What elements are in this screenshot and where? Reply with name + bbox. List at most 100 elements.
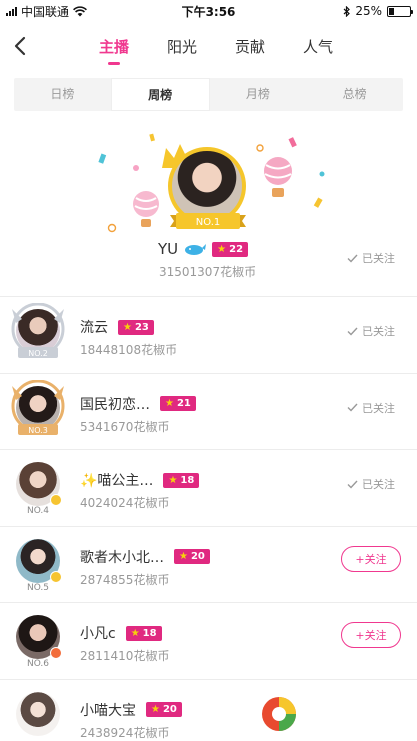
tab-anchor[interactable]: 主播 <box>80 36 148 65</box>
back-arrow-icon[interactable] <box>10 34 32 58</box>
rank-label: NO.1 <box>196 217 221 228</box>
top-name-row: YU ★ 22 <box>158 240 249 258</box>
level-value: 23 <box>134 321 149 333</box>
whale-emoji-icon <box>185 244 207 255</box>
star-icon: ★ <box>168 474 178 486</box>
anchor-name-row: 小喵大宝 ★ 20 <box>80 700 182 720</box>
list-item[interactable]: NO.3 国民初恋… ★ 21 5341670花椒币 已关注 <box>0 372 417 450</box>
verified-icon <box>50 570 62 583</box>
level-badge: ★ 18 <box>125 625 162 641</box>
avatar[interactable] <box>16 691 60 736</box>
signal-icon <box>6 6 17 16</box>
star-icon: ★ <box>165 398 174 409</box>
anchor-name: 小凡c <box>80 626 116 642</box>
level-badge: ★ 21 <box>160 396 196 411</box>
rank-label: NO.2 <box>28 349 48 358</box>
checkmark-icon <box>347 403 358 412</box>
level-value: 20 <box>162 704 177 715</box>
bluetooth-icon <box>343 5 351 17</box>
coin-count: 4024024花椒币 <box>80 496 170 510</box>
rank-ribbon: NO.1 <box>170 213 246 229</box>
period-total[interactable]: 总榜 <box>306 78 403 111</box>
list-item[interactable]: NO.4 ✨喵公主… ★ 18 4024024花椒币 已关注 <box>0 449 417 526</box>
list-item[interactable]: NO.5 歌者木小北… ★ 20 2874855花椒币 +关注 <box>0 525 417 603</box>
level-value: 18 <box>180 474 195 486</box>
followed-label: 已关注 <box>362 478 395 491</box>
anchor-name-row: 歌者木小北… ★ 20 <box>80 547 210 567</box>
star-icon: ★ <box>130 627 140 639</box>
period-weekly[interactable]: 周榜 <box>110 78 210 111</box>
anchor-name: 小喵大宝 <box>80 702 136 719</box>
followed-status[interactable]: 已关注 <box>347 476 395 492</box>
list-item[interactable]: NO.2 流云 ★ 23 18448108花椒币 已关注 <box>0 296 417 373</box>
anchor-name: 歌者木小北… <box>80 549 164 566</box>
battery-icon <box>387 5 413 17</box>
level-badge: ★ 22 <box>212 241 249 257</box>
rank-label: NO.6 <box>26 659 50 669</box>
status-left: 中国联通 <box>6 3 87 20</box>
rank-frame-icon: NO.3 <box>11 379 65 435</box>
coin-count: 5341670花椒币 <box>80 419 170 434</box>
star-icon: ★ <box>179 551 188 562</box>
star-icon: ★ <box>217 243 227 255</box>
wifi-icon <box>73 5 87 16</box>
followed-status[interactable]: 已关注 <box>347 400 395 416</box>
level-badge: ★ 23 <box>118 319 154 335</box>
checkmark-icon <box>347 327 358 336</box>
anchor-name: 流云 <box>80 320 108 336</box>
level-value: 18 <box>142 627 157 639</box>
anchor-name-row: ✨喵公主… ★ 18 <box>80 470 200 490</box>
period-daily[interactable]: 日榜 <box>14 78 111 111</box>
coin-count: 2811410花椒币 <box>80 649 170 663</box>
followed-status[interactable]: 已关注 <box>347 323 395 339</box>
rank-frame-icon: NO.2 <box>11 303 65 358</box>
period-selector: 日榜 周榜 月榜 总榜 <box>14 78 403 111</box>
carrier-label: 中国联通 <box>21 4 70 19</box>
level-badge: ★ 18 <box>163 472 200 488</box>
balloon-right-icon <box>264 157 292 197</box>
followed-label: 已关注 <box>362 252 395 265</box>
checkmark-icon <box>347 254 358 263</box>
period-monthly[interactable]: 月榜 <box>210 78 307 111</box>
rank-tabs: 主播 阳光 贡献 人气 <box>80 36 352 65</box>
ranking-list: NO.2 流云 ★ 23 18448108花椒币 已关注 NO.3 国民初恋… ★… <box>0 296 417 741</box>
tab-popularity[interactable]: 人气 <box>284 36 352 63</box>
battery-percent: 25% <box>355 4 382 18</box>
follow-button[interactable]: +关注 <box>341 622 401 648</box>
anchor-name: 国民初恋… <box>80 396 150 413</box>
anchor-name: YU <box>158 240 179 258</box>
status-right: 25% <box>343 4 413 18</box>
followed-label: 已关注 <box>362 401 395 415</box>
coin-count: 2438924花椒币 <box>80 725 170 740</box>
level-value: 22 <box>229 243 244 255</box>
top-nav: 主播 阳光 贡献 人气 <box>0 26 417 70</box>
coin-count: 31501307花椒币 <box>159 265 257 279</box>
level-badge: ★ 20 <box>174 549 210 564</box>
status-bar: 中国联通 下午3:56 25% <box>0 0 417 22</box>
star-icon: ★ <box>151 704 160 715</box>
follow-button[interactable]: +关注 <box>341 545 401 572</box>
top-ranked-anchor[interactable]: NO.1 YU ★ 22 31501307花椒币 已关注 <box>0 120 417 290</box>
verified-icon <box>50 494 62 506</box>
coin-count: 2874855花椒币 <box>80 572 170 587</box>
rank-label: NO.3 <box>28 426 48 435</box>
star-icon: ★ <box>123 321 132 333</box>
site-watermark-logo <box>262 697 296 731</box>
level-badge: ★ 20 <box>146 702 182 717</box>
list-item[interactable]: NO.6 小凡c ★ 18 2811410花椒币 +关注 <box>0 602 417 679</box>
tab-sunshine[interactable]: 阳光 <box>148 36 216 63</box>
rank-label: NO.4 <box>26 506 50 516</box>
level-value: 20 <box>190 551 205 562</box>
tab-contribution[interactable]: 贡献 <box>216 36 284 63</box>
coin-count: 18448108花椒币 <box>80 343 178 357</box>
followed-status[interactable]: 已关注 <box>347 250 395 266</box>
checkmark-icon <box>347 480 358 489</box>
followed-label: 已关注 <box>362 325 395 338</box>
verified-icon <box>50 647 62 659</box>
anchor-name-row: 流云 ★ 23 <box>80 317 154 337</box>
rank-label: NO.5 <box>26 582 50 593</box>
level-value: 21 <box>176 398 191 409</box>
balloon-left-icon <box>133 191 159 227</box>
anchor-name-row: 小凡c ★ 18 <box>80 623 162 643</box>
anchor-name-row: 国民初恋… ★ 21 <box>80 394 196 414</box>
